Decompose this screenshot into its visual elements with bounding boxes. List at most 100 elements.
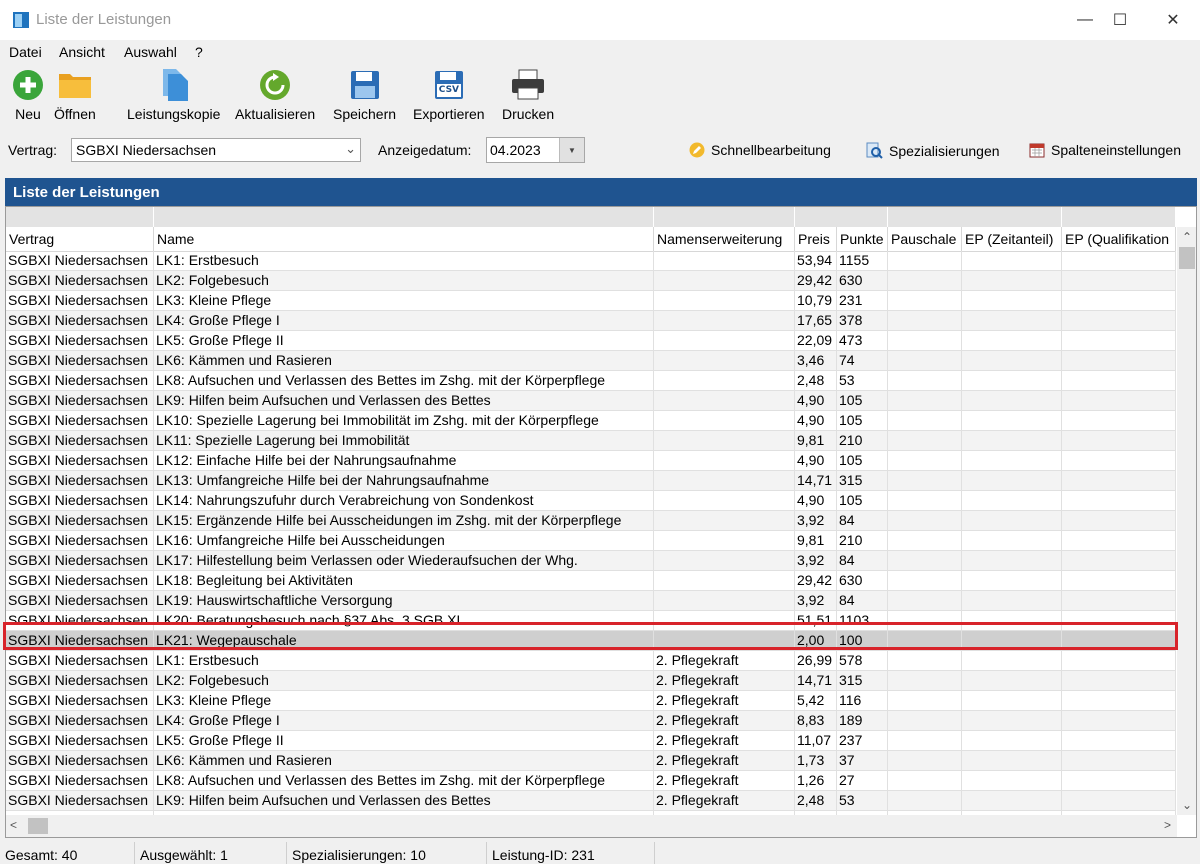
table-row[interactable]: SGBXI Niedersachsen LK9: Hilfen beim Aufs… [6, 391, 1176, 411]
cell-name: LK15: Ergänzende Hilfe bei Ausscheidunge… [154, 511, 654, 530]
cell-punkte: 473 [837, 331, 888, 350]
column-header-preis[interactable]: Preis [795, 227, 837, 251]
cell-ep-zeitanteil [962, 451, 1062, 470]
table-row[interactable]: SGBXI Niedersachsen LK6: Kämmen und Rasie… [6, 751, 1176, 771]
cell-ep-zeitanteil [962, 531, 1062, 550]
table-row[interactable]: SGBXI Niedersachsen LK5: Große Pflege II 2… [6, 331, 1176, 351]
cell-namenserweiterung: 2. Pflegekraft [654, 731, 795, 750]
cell-namenserweiterung [654, 531, 795, 550]
cell-preis: 5,42 [795, 691, 837, 710]
cell-punkte: 315 [837, 471, 888, 490]
vertical-scroll-thumb[interactable] [1179, 247, 1195, 269]
cell-punkte: 27 [837, 771, 888, 790]
cell-namenserweiterung [654, 351, 795, 370]
table-row[interactable]: SGBXI Niedersachsen LK12: Einfache Hilfe … [6, 451, 1176, 471]
table-row[interactable]: SGBXI Niedersachsen LK16: Umfangreiche Hi… [6, 531, 1176, 551]
table-row[interactable]: SGBXI Niedersachsen LK9: Hilfen beim Aufs… [6, 791, 1176, 811]
cell-ep-qualifikation [1062, 531, 1176, 550]
spalteneinstellungen-button[interactable]: Spalteneinstellungen [1029, 142, 1181, 158]
menu-datei[interactable]: Datei [9, 44, 42, 60]
cell-vertrag: SGBXI Niedersachsen [6, 371, 154, 390]
table-row[interactable]: SGBXI Niedersachsen LK13: Umfangreiche Hi… [6, 471, 1176, 491]
cell-namenserweiterung [654, 491, 795, 510]
cell-ep-zeitanteil [962, 331, 1062, 350]
table-row[interactable]: SGBXI Niedersachsen LK2: Folgebesuch 2. Pf… [6, 671, 1176, 691]
cell-name: LK14: Nahrungszufuhr durch Verabreichung… [154, 491, 654, 510]
table-row[interactable]: SGBXI Niedersachsen LK17: Hilfestellung b… [6, 551, 1176, 571]
column-header-pauschale[interactable]: Pauschale [888, 227, 962, 251]
table-row[interactable]: SGBXI Niedersachsen LK2: Folgebesuch 29,42… [6, 271, 1176, 291]
neu-label: Neu [15, 106, 41, 122]
copy-icon [157, 68, 191, 102]
cell-ep-qualifikation [1062, 491, 1176, 510]
oeffnen-button[interactable]: Öffnen [54, 68, 96, 122]
cell-vertrag: SGBXI Niedersachsen [6, 291, 154, 310]
table-row[interactable]: SGBXI Niedersachsen LK19: Hauswirtschaftl… [6, 591, 1176, 611]
spalteneinstellungen-label: Spalteneinstellungen [1051, 142, 1181, 158]
column-header-ep-qualifikation[interactable]: EP (Qualifikation [1062, 227, 1176, 251]
schnellbearbeitung-button[interactable]: Schnellbearbeitung [689, 142, 831, 158]
scroll-up-icon[interactable]: ⌃ [1177, 227, 1196, 247]
cell-name: LK13: Umfangreiche Hilfe bei der Nahrung… [154, 471, 654, 490]
cell-preis: 4,90 [795, 491, 837, 510]
menu-help[interactable]: ? [195, 44, 203, 60]
table-row[interactable]: SGBXI Niedersachsen LK6: Kämmen und Rasie… [6, 351, 1176, 371]
menu-ansicht[interactable]: Ansicht [59, 44, 105, 60]
dropdown-arrow-icon[interactable]: ▼ [559, 138, 584, 162]
speichern-button[interactable]: Speichern [333, 68, 396, 122]
cell-vertrag: SGBXI Niedersachsen [6, 691, 154, 710]
table-row[interactable]: SGBXI Niedersachsen LK3: Kleine Pflege 2. … [6, 691, 1176, 711]
scroll-left-icon[interactable]: < [10, 818, 17, 832]
table-row[interactable]: SGBXI NiedersachsenLK10: Spezielle Lager… [6, 411, 1176, 431]
column-header-ep-zeitanteil[interactable]: EP (Zeitanteil) [962, 227, 1062, 251]
maximize-button[interactable]: ☐ [1097, 0, 1143, 40]
table-row[interactable]: SGBXI Niedersachsen LK8: Aufsuchen und Ve… [6, 771, 1176, 791]
cell-ep-zeitanteil [962, 571, 1062, 590]
vertrag-select[interactable]: SGBXI Niedersachsen ⌄ [71, 138, 361, 162]
table-row[interactable]: SGBXI Niedersachsen LK15: Ergänzende Hilf… [6, 511, 1176, 531]
cell-ep-qualifikation [1062, 471, 1176, 490]
table-row[interactable]: SGBXI Niedersachsen LK1: Erstbesuch 53,94 1… [6, 251, 1176, 271]
neu-button[interactable]: Neu [11, 68, 45, 122]
table-row[interactable]: SGBXI Niedersachsen LK4: Große Pflege I 2.… [6, 711, 1176, 731]
scroll-down-icon[interactable]: ⌄ [1177, 795, 1196, 815]
cell-punkte: 53 [837, 371, 888, 390]
horizontal-scroll-thumb[interactable] [28, 818, 48, 834]
exportieren-button[interactable]: CSV Exportieren [413, 68, 485, 122]
cell-ep-qualifikation [1062, 591, 1176, 610]
spezialisierungen-button[interactable]: Spezialisierungen [866, 142, 1000, 159]
cell-ep-zeitanteil [962, 671, 1062, 690]
column-header-vertrag[interactable]: Vertrag [6, 227, 154, 251]
app-icon [13, 12, 29, 28]
menu-auswahl[interactable]: Auswahl [124, 44, 177, 60]
cell-ep-zeitanteil [962, 551, 1062, 570]
table-row[interactable]: SGBXI Niedersachsen LK4: Große Pflege I 17… [6, 311, 1176, 331]
cell-preis: 17,65 [795, 311, 837, 330]
vertical-scrollbar[interactable]: ⌃ ⌄ [1177, 227, 1196, 815]
toolbar: Neu Öffnen Leistungskopie Aktualisieren … [0, 64, 1200, 128]
column-header-name[interactable]: Name [154, 227, 654, 251]
cell-ep-zeitanteil [962, 591, 1062, 610]
leistungskopie-button[interactable]: Leistungskopie [127, 68, 220, 122]
cell-pauschale [888, 511, 962, 530]
table-row[interactable]: SGBXI Niedersachsen LK8: Aufsuchen und Ve… [6, 371, 1176, 391]
close-button[interactable]: ✕ [1146, 0, 1200, 40]
cell-punkte: 578 [837, 651, 888, 670]
table-row[interactable]: SGBXI Niedersachsen LK1: Erstbesuch 2. Pfl… [6, 651, 1176, 671]
cell-name: LK9: Hilfen beim Aufsuchen und Verlassen… [154, 791, 654, 810]
anzeigedatum-field[interactable]: 04.2023 ▼ [486, 137, 585, 163]
table-row[interactable]: SGBXI Niedersachsen LK3: Kleine Pflege 10,… [6, 291, 1176, 311]
aktualisieren-button[interactable]: Aktualisieren [235, 68, 315, 122]
cell-punkte: 105 [837, 391, 888, 410]
cell-vertrag: SGBXI Niedersachsen [6, 571, 154, 590]
horizontal-scrollbar[interactable]: < > [6, 815, 1177, 837]
drucken-button[interactable]: Drucken [502, 68, 554, 122]
scroll-right-icon[interactable]: > [1164, 818, 1171, 832]
table-row[interactable]: SGBXI Niedersachsen LK14: Nahrungszufuhr … [6, 491, 1176, 511]
column-header-namenserweiterung[interactable]: Namenserweiterung [654, 227, 795, 251]
column-header-punkte[interactable]: Punkte [837, 227, 888, 251]
table-row[interactable]: SGBXI Niedersachsen LK11: Spezielle Lager… [6, 431, 1176, 451]
table-row[interactable]: SGBXI Niedersachsen LK18: Begleitung bei … [6, 571, 1176, 591]
cell-pauschale [888, 531, 962, 550]
table-row[interactable]: SGBXI Niedersachsen LK5: Große Pflege II 2… [6, 731, 1176, 751]
